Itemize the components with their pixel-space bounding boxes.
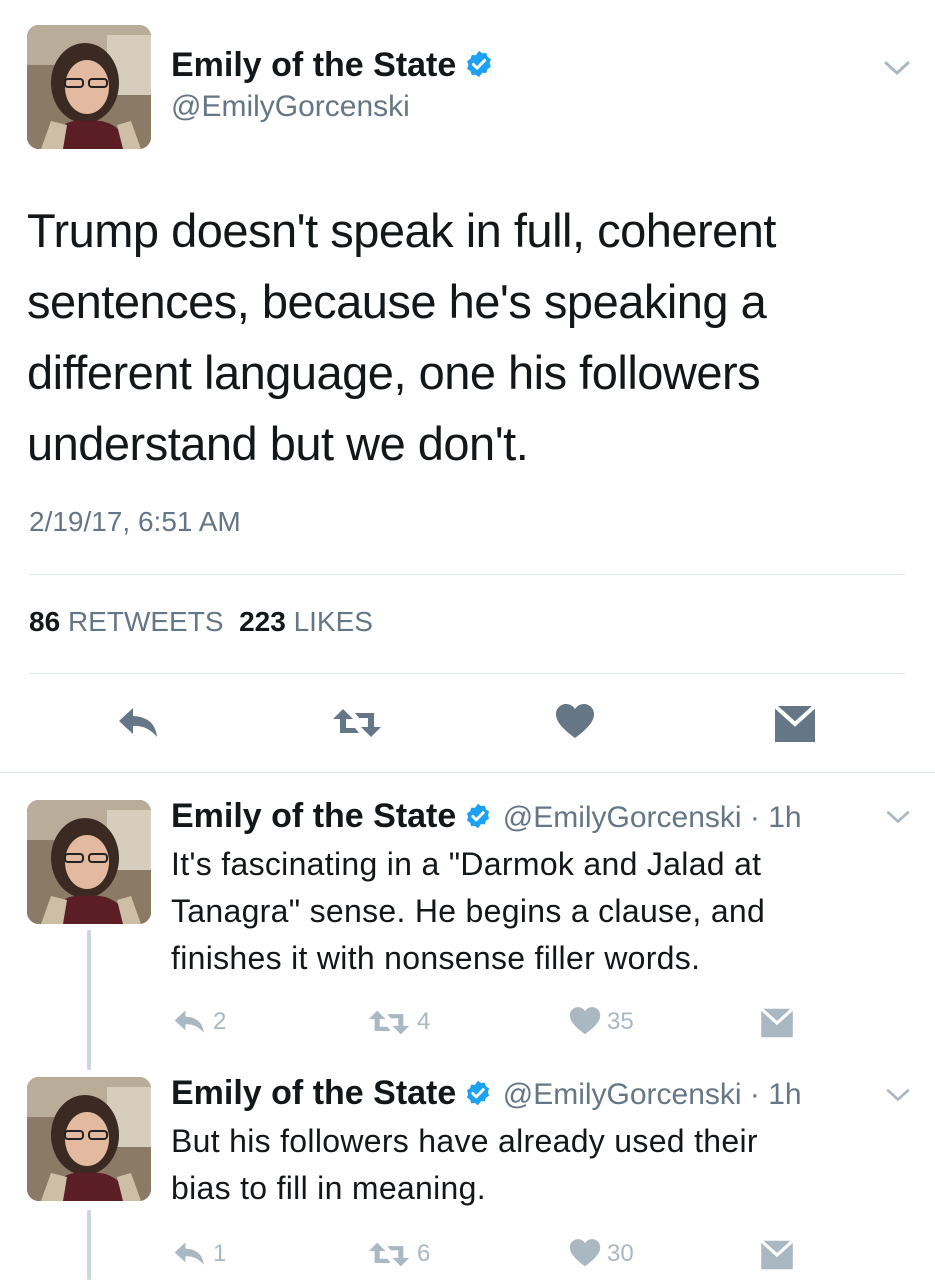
tweet-text-line: different language, one his followers (27, 346, 761, 399)
divider (29, 574, 905, 575)
reply-text-line: finishes it with nonsense filler words. (171, 940, 701, 976)
author-name[interactable]: Emily of the State (171, 1074, 456, 1112)
author-handle[interactable]: @EmilyGorcenski (171, 90, 410, 124)
reply-avatar[interactable] (27, 1077, 151, 1201)
like-button[interactable]: 30 (569, 1239, 634, 1268)
tweet-timestamp: 2/19/17, 6:51 AM (29, 506, 241, 537)
likes-count: 223 (239, 606, 286, 637)
likes-stat[interactable]: 223 LIKES (239, 606, 373, 637)
reply-avatar[interactable] (27, 800, 151, 924)
reply-button[interactable]: 1 (173, 1240, 226, 1268)
tweet-text: Trump doesn't speak in full, coherent se… (27, 195, 907, 479)
chevron-down-icon[interactable] (884, 808, 912, 826)
retweets-label: RETWEETS (67, 606, 224, 637)
retweet-count: 6 (417, 1240, 431, 1267)
like-button[interactable]: 35 (569, 1007, 634, 1036)
thread-line (87, 930, 91, 1070)
reply-text-line: But his followers have already used thei… (171, 1123, 758, 1159)
chevron-down-icon[interactable] (882, 58, 912, 78)
retweet-icon[interactable] (331, 707, 383, 739)
retweets-count: 86 (29, 606, 61, 637)
reply-text-line: bias to fill in meaning. (171, 1170, 486, 1206)
reply-text: But his followers have already used thei… (171, 1118, 911, 1212)
reply-text-line: It's fascinating in a "Darmok and Jalad … (171, 846, 762, 882)
like-count: 35 (607, 1007, 634, 1035)
divider (0, 772, 935, 773)
author-name[interactable]: Emily of the State (171, 797, 456, 835)
reply-icon[interactable] (117, 706, 161, 740)
retweet-icon (368, 1010, 410, 1034)
reply-count: 1 (213, 1240, 227, 1267)
tweet-text-line: sentences, because he's speaking a (27, 275, 767, 328)
retweet-icon (368, 1242, 410, 1266)
retweets-stat[interactable]: 86 RETWEETS (29, 606, 224, 637)
handle-time[interactable]: @EmilyGorcenski · 1h (503, 1078, 802, 1111)
retweet-button[interactable]: 6 (367, 1240, 430, 1268)
heart-icon (569, 1007, 601, 1035)
direct-message-icon[interactable] (760, 1240, 794, 1270)
direct-message-icon[interactable] (760, 1008, 794, 1038)
like-count: 30 (607, 1239, 634, 1267)
heart-icon[interactable] (555, 704, 595, 740)
direct-message-icon[interactable] (774, 705, 816, 743)
handle-time[interactable]: @EmilyGorcenski · 1h (503, 801, 802, 834)
tweet-text-line: understand but we don't. (27, 417, 529, 470)
tweet-stats: 86 RETWEETS 223 LIKES (29, 606, 373, 638)
reply-text: It's fascinating in a "Darmok and Jalad … (171, 841, 911, 982)
divider (29, 673, 905, 674)
avatar-image (27, 25, 151, 149)
reply-count: 2 (213, 1008, 227, 1035)
avatar-image (27, 800, 151, 924)
reply-icon (174, 1242, 204, 1265)
reply-button[interactable]: 2 (173, 1008, 226, 1036)
reply-header: Emily of the State @EmilyGorcenski · 1h (171, 1074, 802, 1113)
tweet-text-line: Trump doesn't speak in full, coherent (27, 204, 776, 257)
avatar-image (27, 1077, 151, 1201)
reply-header: Emily of the State @EmilyGorcenski · 1h (171, 797, 802, 836)
retweet-button[interactable]: 4 (367, 1008, 430, 1036)
main-avatar[interactable] (27, 25, 151, 149)
author-name-text: Emily of the State (171, 46, 457, 84)
reply-text-line: Tanagra" sense. He begins a clause, and (171, 893, 766, 929)
reply-icon (174, 1010, 204, 1033)
author-name[interactable]: Emily of the State (171, 46, 494, 85)
thread-line (87, 1210, 91, 1280)
heart-icon (569, 1239, 601, 1267)
verified-badge-icon (467, 1080, 490, 1106)
likes-label: LIKES (293, 606, 373, 637)
chevron-down-icon[interactable] (884, 1086, 912, 1104)
verified-badge-icon (467, 803, 490, 829)
retweet-count: 4 (417, 1008, 431, 1035)
verified-badge-icon (467, 50, 492, 78)
